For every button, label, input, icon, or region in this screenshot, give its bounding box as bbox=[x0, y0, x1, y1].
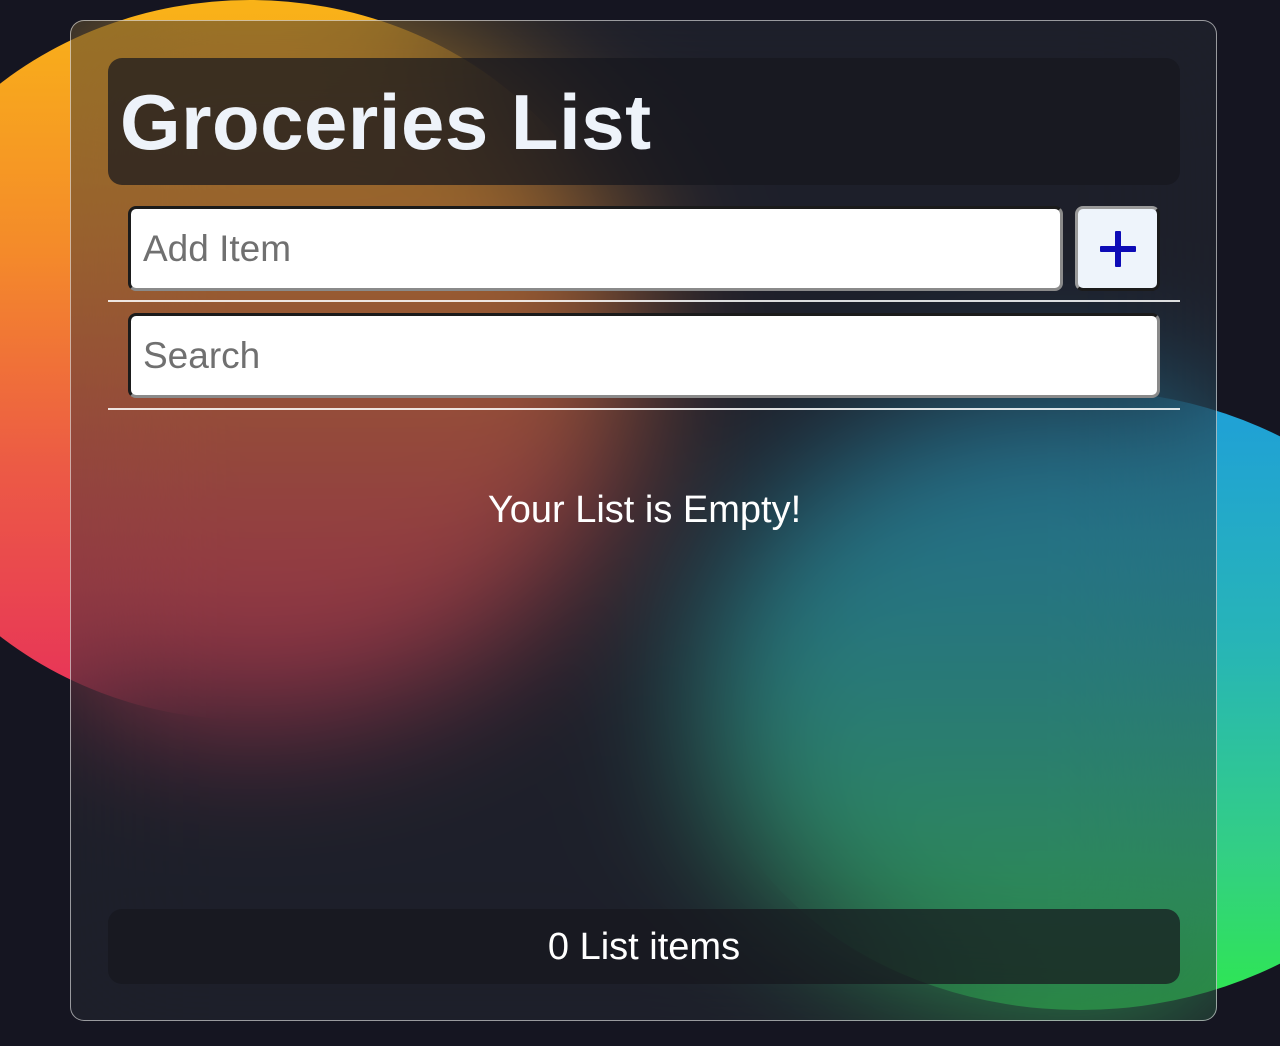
search-input[interactable] bbox=[128, 313, 1160, 398]
footer: 0 List items bbox=[108, 909, 1180, 984]
add-item-form bbox=[128, 206, 1160, 291]
plus-icon bbox=[1099, 230, 1136, 267]
item-count: 0 List items bbox=[547, 925, 741, 968]
add-item-button[interactable] bbox=[1075, 206, 1160, 291]
header: Groceries List bbox=[108, 58, 1180, 185]
add-item-input[interactable] bbox=[128, 206, 1063, 291]
empty-list-message: Your List is Empty! bbox=[487, 489, 802, 531]
divider bbox=[108, 300, 1180, 302]
page-title: Groceries List bbox=[120, 77, 652, 166]
divider bbox=[108, 408, 1180, 410]
app-stage: Groceries List Your List is Empty! 0 Lis… bbox=[0, 0, 1280, 1046]
groceries-card: Groceries List Your List is Empty! 0 Lis… bbox=[70, 20, 1217, 1021]
